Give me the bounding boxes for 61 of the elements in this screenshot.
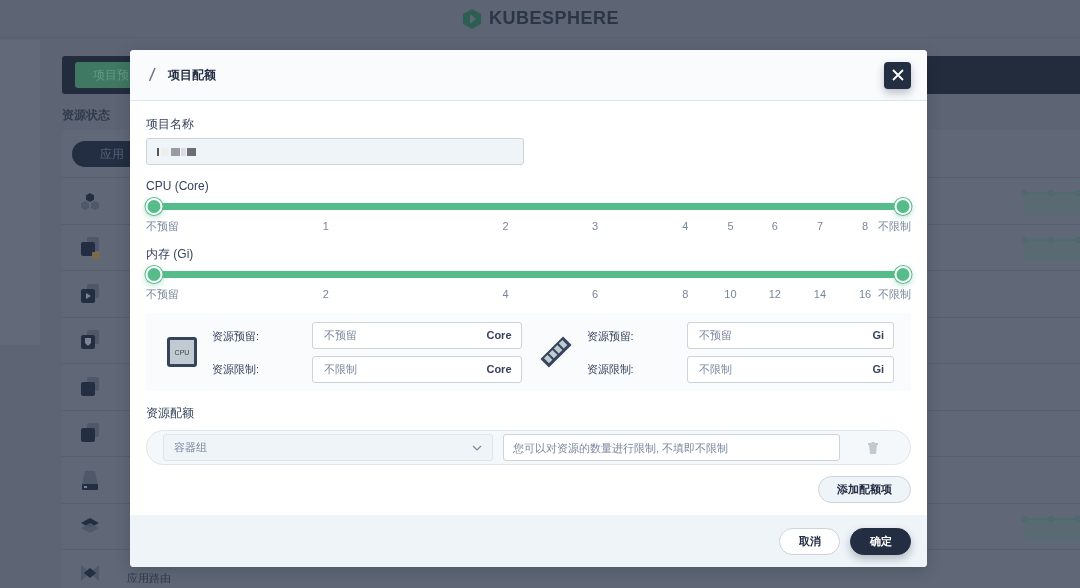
cancel-button[interactable]: 取消 — [779, 527, 840, 555]
logo-icon — [461, 7, 483, 30]
tick-label: 16 — [858, 287, 872, 302]
resource-field[interactable]: 不限制 Gi — [686, 355, 894, 383]
slider-handle[interactable] — [894, 266, 912, 283]
tick-label: 4 — [502, 287, 509, 302]
pencil-icon — [148, 67, 156, 83]
tick-label: 14 — [813, 287, 827, 302]
resource-field[interactable]: 不预留 Gi — [686, 321, 894, 349]
field-label: 资源预留: — [212, 328, 261, 344]
tick-label: 8 — [862, 219, 869, 234]
resource-field[interactable]: 不预留 Core — [312, 321, 522, 349]
chevron-down-icon — [472, 444, 482, 451]
unit-label: Core — [486, 361, 512, 377]
name-field[interactable] — [146, 138, 524, 165]
resource-input[interactable]: 不限制 — [322, 359, 487, 379]
resource-select[interactable]: 容器组 — [163, 434, 493, 461]
tick-label: 不预留 — [146, 219, 179, 234]
slider-handle[interactable] — [145, 266, 163, 283]
tick-label: 4 — [682, 219, 689, 234]
stacked-squares-icon — [78, 235, 102, 260]
close-icon — [890, 68, 905, 82]
tick-label: 12 — [768, 287, 781, 302]
resource-input[interactable]: 不预留 — [696, 325, 873, 345]
slider-handle[interactable] — [145, 198, 163, 215]
close-button[interactable] — [884, 61, 911, 89]
resource-input[interactable]: 不预留 — [322, 325, 487, 345]
stacked-squares-icon — [78, 374, 102, 399]
play-icon — [78, 281, 102, 306]
unit-label: Core — [486, 327, 512, 343]
unit-label: Gi — [872, 327, 884, 343]
tick-label: 1 — [322, 219, 329, 234]
field-label: 资源预留: — [586, 328, 635, 344]
tick-label: 不限制 — [878, 287, 911, 302]
field-label: 项目名称 — [146, 116, 195, 133]
field-label: 资源限制: — [586, 361, 635, 377]
tick-label: 7 — [816, 219, 823, 234]
field-label: 资源限制: — [212, 361, 261, 377]
redacted-icon — [157, 145, 197, 158]
section-label: 资源配额 — [146, 405, 195, 422]
unit-label: Gi — [872, 361, 884, 377]
resource-input[interactable]: 不限制 — [696, 359, 873, 379]
tick-label: 3 — [592, 219, 599, 234]
slider-handle[interactable] — [894, 198, 912, 215]
confirm-button[interactable]: 确定 — [850, 527, 911, 555]
trash-icon[interactable] — [868, 441, 878, 454]
tick-label: 2 — [322, 287, 329, 302]
add-quota-button[interactable]: 添加配额项 — [818, 476, 911, 503]
tick-label: 6 — [771, 219, 778, 234]
tick-label: 8 — [682, 287, 689, 302]
tick-label: 6 — [592, 287, 599, 302]
tick-label: 不预留 — [146, 287, 179, 302]
slider-label: CPU (Core) — [146, 178, 210, 195]
quota-input[interactable]: 您可以对资源的数量进行限制, 不填即不限制 — [503, 434, 840, 461]
tick-label: 5 — [727, 219, 734, 234]
resource-field[interactable]: 不限制 Core — [312, 355, 522, 383]
tick-label: 2 — [502, 219, 509, 234]
slider-label: 内存 (Gi) — [146, 246, 195, 263]
dialog-title: 项目配额 — [168, 67, 217, 84]
tick-label: 不限制 — [878, 219, 911, 234]
tick-label: 10 — [724, 287, 737, 302]
